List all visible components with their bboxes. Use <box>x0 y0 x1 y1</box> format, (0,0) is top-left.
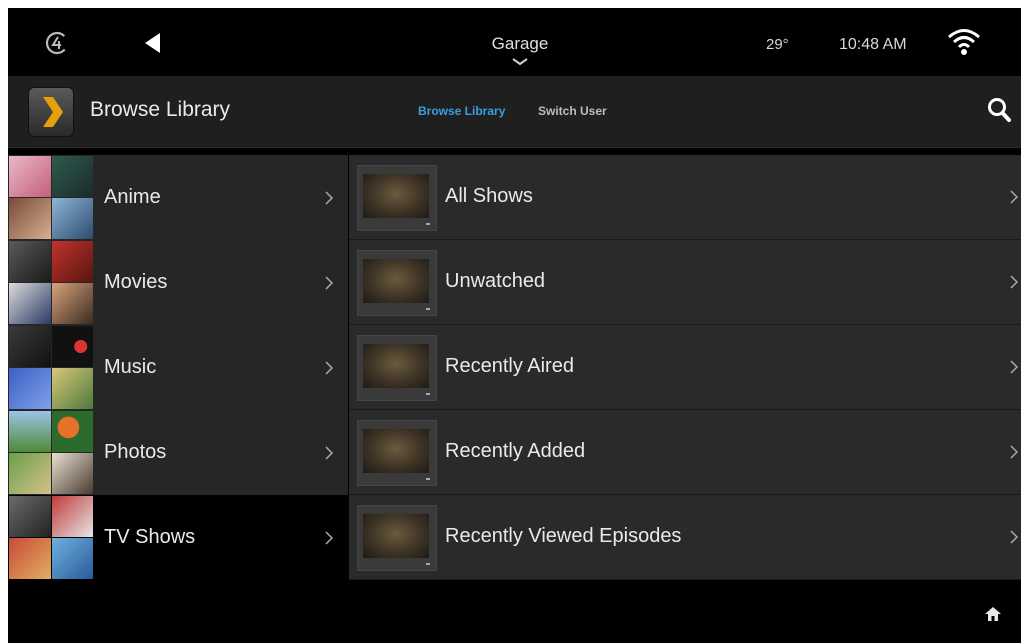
library-item-movies[interactable]: Movies <box>8 240 348 326</box>
tab-switch-user[interactable]: Switch User <box>538 104 607 118</box>
library-label: Music <box>104 356 157 378</box>
tv-thumbnail-icon <box>357 335 437 401</box>
library-label: TV Shows <box>104 526 196 548</box>
status-bar: Garage 29° 10:48 AM <box>8 8 1021 76</box>
chevron-down-icon[interactable] <box>507 57 533 67</box>
chevron-right-icon <box>325 361 334 375</box>
library-label: Anime <box>104 186 161 208</box>
tv-thumbnail-icon <box>357 420 437 486</box>
chevron-right-icon <box>1010 360 1019 374</box>
menu-item-recently-viewed-episodes[interactable]: Recently Viewed Episodes <box>349 495 1021 580</box>
tv-thumbnail-icon <box>357 165 437 231</box>
app-window: Garage 29° 10:48 AM Browse Library Brows… <box>8 8 1021 643</box>
chevron-right-icon <box>1010 530 1019 544</box>
wifi-icon <box>948 29 980 55</box>
menu-item-label: All Shows <box>445 185 533 207</box>
chevron-right-icon <box>1010 190 1019 204</box>
menu-item-unwatched[interactable]: Unwatched <box>349 240 1021 325</box>
library-label: Photos <box>104 441 167 463</box>
menu-item-all-shows[interactable]: All Shows <box>349 155 1021 240</box>
back-arrow-icon[interactable] <box>140 30 166 56</box>
menu-item-label: Recently Viewed Episodes <box>445 525 682 547</box>
library-list: Anime Movies Music Photos TV Shows <box>8 155 348 581</box>
chevron-right-icon <box>1010 445 1019 459</box>
chevron-right-icon <box>325 276 334 290</box>
plex-chevron-icon <box>43 97 63 127</box>
home-icon[interactable] <box>984 606 1002 622</box>
library-item-music[interactable]: Music <box>8 325 348 411</box>
chevron-right-icon <box>1010 275 1019 289</box>
library-thumbnail <box>9 326 93 409</box>
tv-shows-menu: All Shows Unwatched Recently Aired Recen… <box>349 155 1021 580</box>
chevron-right-icon <box>325 191 334 205</box>
library-thumbnail <box>9 496 93 579</box>
library-item-anime[interactable]: Anime <box>8 155 348 241</box>
page-title: Browse Library <box>90 98 231 121</box>
search-icon[interactable] <box>986 96 1012 124</box>
library-thumbnail <box>9 156 93 239</box>
bottom-bar <box>8 580 1021 643</box>
control4-logo-icon[interactable] <box>44 30 70 56</box>
library-item-tv-shows[interactable]: TV Shows <box>8 495 348 581</box>
chevron-right-icon <box>325 531 334 545</box>
temperature-readout[interactable]: 29° <box>766 36 789 53</box>
menu-item-label: Recently Added <box>445 440 586 462</box>
menu-item-label: Recently Aired <box>445 355 574 377</box>
menu-item-recently-added[interactable]: Recently Added <box>349 410 1021 495</box>
clock: 10:48 AM <box>839 36 907 53</box>
library-thumbnail <box>9 411 93 494</box>
menu-item-label: Unwatched <box>445 270 546 292</box>
tv-thumbnail-icon <box>357 505 437 571</box>
plex-app-icon[interactable] <box>28 87 74 137</box>
app-header: Browse Library Browse Library Switch Use… <box>8 76 1021 148</box>
tv-thumbnail-icon <box>357 250 437 316</box>
library-item-photos[interactable]: Photos <box>8 410 348 496</box>
menu-item-recently-aired[interactable]: Recently Aired <box>349 325 1021 410</box>
library-label: Movies <box>104 271 168 293</box>
room-selector[interactable]: Garage <box>478 34 562 54</box>
library-thumbnail <box>9 241 93 324</box>
tab-browse-library[interactable]: Browse Library <box>418 104 505 118</box>
chevron-right-icon <box>325 446 334 460</box>
